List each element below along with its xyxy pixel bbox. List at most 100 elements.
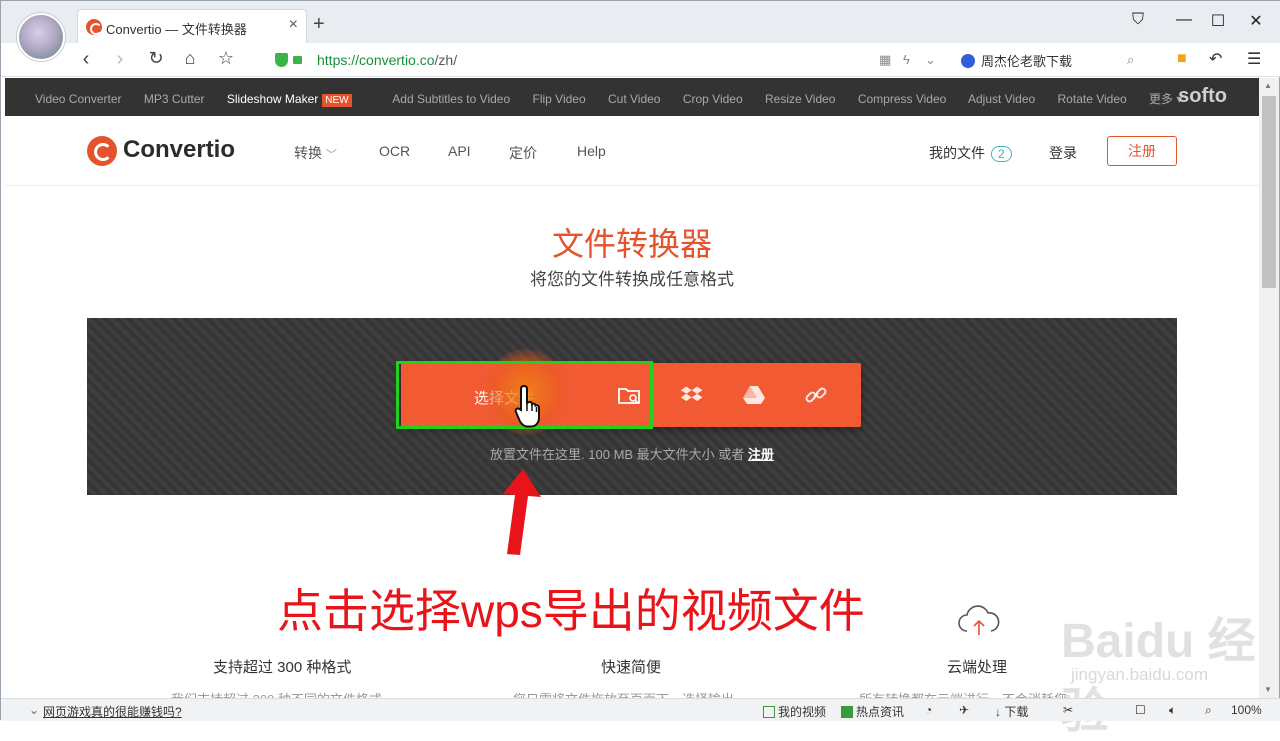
security-shield-icon[interactable] xyxy=(275,53,288,67)
site-header: Convertio 转换 ﹀ OCR API 定价 Help 我的文件 2 登录 … xyxy=(5,116,1259,186)
dropdown-chevron-icon[interactable]: ⌄ xyxy=(925,52,936,68)
pin-icon[interactable]: ✈ xyxy=(959,703,969,717)
address-bar: ‹ › ↻ ⌂ ☆ https://convertio.co/zh/ ▦ ϟ ⌄… xyxy=(1,43,1280,77)
scroll-down-icon[interactable]: ▼ xyxy=(1264,685,1272,694)
grid-icon[interactable]: ▦ xyxy=(879,52,891,68)
convertio-logo-icon[interactable] xyxy=(87,136,117,166)
lock-icon[interactable] xyxy=(293,56,302,64)
softo-toolbar: Video Converter MP3 Cutter Slideshow Mak… xyxy=(5,78,1259,116)
baidu-paw-icon xyxy=(961,54,975,68)
hot-news-label: 热点资讯 xyxy=(856,705,905,719)
zoom-icon[interactable]: ⌕ xyxy=(1205,703,1212,718)
status-bar: ⌄ 网页游戏真的很能赚钱吗? 我的视频 热点资讯 ◔ ✈ ↓ 下载 ✂ ☐ 🔈︎… xyxy=(1,698,1280,721)
star-icon[interactable]: ☆ xyxy=(213,48,239,69)
nav-ocr[interactable]: OCR xyxy=(379,143,410,159)
search-box[interactable]: 周杰伦老歌下载 xyxy=(961,51,1072,70)
window-icon[interactable]: ☐ xyxy=(1135,703,1146,717)
apps-icon[interactable]: ■ xyxy=(1177,50,1187,68)
user-avatar[interactable] xyxy=(17,13,65,61)
tab-title: Convertio — 文件转换器 xyxy=(106,22,247,37)
news-ticker-link[interactable]: 网页游戏真的很能赚钱吗? xyxy=(43,703,182,720)
maximize-icon[interactable]: ☐ xyxy=(1203,11,1233,31)
softo-link[interactable]: Compress Video xyxy=(858,92,947,106)
reload-icon[interactable]: ↻ xyxy=(143,48,169,69)
my-video-label: 我的视频 xyxy=(778,705,827,719)
scroll-up-icon[interactable]: ▲ xyxy=(1264,81,1272,90)
download-button[interactable]: ↓ 下载 xyxy=(995,703,1028,720)
my-files-link[interactable]: 我的文件 2 xyxy=(929,143,1012,163)
chevron-down-icon[interactable]: ⌄ xyxy=(29,703,39,717)
feature-fast: 快速简便 xyxy=(601,659,662,676)
softo-link[interactable]: Cut Video xyxy=(608,92,660,106)
softo-logo[interactable]: softo xyxy=(1178,85,1227,108)
nav-pricing[interactable]: 定价 xyxy=(509,143,537,163)
search-icon[interactable]: ⌕ xyxy=(1127,52,1134,68)
tab-strip: Convertio — 文件转换器 × + ⛉ — ☐ ✕ xyxy=(1,1,1280,43)
undo-icon[interactable]: ↶ xyxy=(1209,49,1222,69)
nav-convert[interactable]: 转换 ﹀ xyxy=(294,143,337,163)
annotation-text: 点击选择wps导出的视频文件 xyxy=(277,585,865,637)
login-link[interactable]: 登录 xyxy=(1049,143,1077,163)
softo-link[interactable]: MP3 Cutter xyxy=(144,92,205,106)
baidu-watermark-url: jingyan.baidu.com xyxy=(1071,665,1209,684)
minimize-icon[interactable]: — xyxy=(1169,11,1199,29)
zoom-level[interactable]: 100% xyxy=(1231,703,1262,717)
nav-convert-label: 转换 xyxy=(294,145,322,161)
softo-link-label: Slideshow Maker xyxy=(226,92,319,106)
softo-link[interactable]: Resize Video xyxy=(765,92,836,106)
home-icon[interactable]: ⌂ xyxy=(177,48,203,69)
url-path: /zh/ xyxy=(434,52,458,68)
softo-links: Video Converter MP3 Cutter Slideshow Mak… xyxy=(35,90,1201,107)
browser-tab[interactable]: Convertio — 文件转换器 × xyxy=(77,9,307,43)
file-count-badge: 2 xyxy=(991,146,1012,162)
hand-cursor-icon xyxy=(514,384,540,428)
close-window-icon[interactable]: ✕ xyxy=(1241,11,1271,31)
feature-formats: 支持超过 300 种格式 xyxy=(213,659,352,676)
speed-icon[interactable]: ◔ xyxy=(925,703,932,717)
drop-hint-signup-link[interactable]: 注册 xyxy=(748,447,774,462)
menu-icon[interactable]: ☰ xyxy=(1247,49,1261,69)
nav-api[interactable]: API xyxy=(448,143,471,159)
download-label: 下载 xyxy=(1004,705,1029,719)
sound-icon[interactable]: 🔈︎ xyxy=(1169,703,1176,718)
new-tab-plus-icon[interactable]: + xyxy=(313,14,325,34)
drop-hint-text: 放置文件在这里. 100 MB 最大文件大小 或者 xyxy=(490,447,745,462)
scrollbar-thumb[interactable] xyxy=(1262,96,1276,288)
softo-link[interactable]: Video Converter xyxy=(35,92,122,106)
tab-close-icon[interactable]: × xyxy=(289,16,298,34)
cloud-upload-icon xyxy=(958,605,1000,635)
back-icon[interactable]: ‹ xyxy=(73,48,99,71)
drop-hint: 放置文件在这里. 100 MB 最大文件大小 或者 注册 xyxy=(1,444,1263,463)
new-badge: NEW xyxy=(322,94,352,107)
url-link-icon[interactable] xyxy=(804,383,828,407)
forward-icon[interactable]: › xyxy=(107,48,133,71)
nav-help[interactable]: Help xyxy=(577,143,606,159)
softo-link-active[interactable]: Slideshow Maker NEW xyxy=(226,92,371,107)
lightning-icon[interactable]: ϟ xyxy=(903,52,910,67)
url-field[interactable]: https://convertio.co/zh/ xyxy=(317,52,457,68)
browser-window: Convertio — 文件转换器 × + ⛉ — ☐ ✕ ‹ › ↻ ⌂ ☆ … xyxy=(0,0,1280,738)
screenshot-icon[interactable]: ✂ xyxy=(1063,703,1073,717)
convertio-favicon-icon xyxy=(86,19,102,35)
feature-cloud: 云端处理 xyxy=(947,659,1008,676)
hot-news-button[interactable]: 热点资讯 xyxy=(841,703,904,720)
news-icon xyxy=(841,706,853,718)
dropbox-icon[interactable] xyxy=(680,383,704,407)
softo-link[interactable]: Crop Video xyxy=(683,92,743,106)
url-scheme: https:// xyxy=(317,52,360,68)
download-icon: ↓ xyxy=(995,705,1005,719)
softo-link[interactable]: Adjust Video xyxy=(968,92,1035,106)
softo-link[interactable]: Rotate Video xyxy=(1058,92,1127,106)
site-logo[interactable]: Convertio xyxy=(123,136,235,164)
softo-link[interactable]: Add Subtitles to Video xyxy=(392,92,510,106)
my-video-button[interactable]: 我的视频 xyxy=(763,703,826,720)
google-drive-icon[interactable] xyxy=(742,383,766,407)
softo-link[interactable]: Flip Video xyxy=(532,92,585,106)
search-box-text: 周杰伦老歌下载 xyxy=(981,54,1073,69)
signup-button[interactable]: 注册 xyxy=(1107,136,1177,166)
shirt-skin-icon[interactable]: ⛉ xyxy=(1123,11,1153,29)
page-title: 文件转换器 xyxy=(551,226,712,262)
page-subtitle: 将您的文件转换成任意格式 xyxy=(530,270,734,289)
chevron-down-icon: ﹀ xyxy=(325,149,337,161)
video-icon xyxy=(763,706,775,718)
